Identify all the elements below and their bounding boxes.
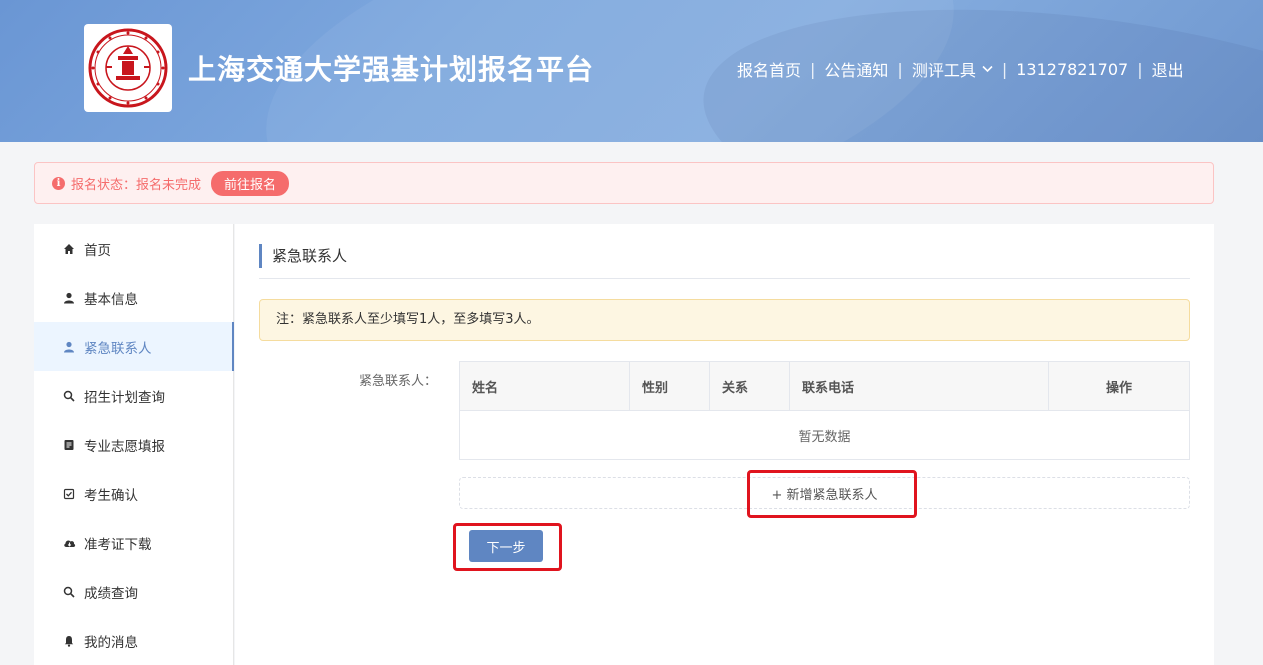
sidebar-item-home[interactable]: 首页 [34, 224, 233, 273]
registration-status-text: 报名状态：报名未完成 [71, 177, 202, 193]
sidebar-item-label: 我的消息 [84, 634, 138, 651]
nav-announcements-link[interactable]: 公告通知 [824, 57, 888, 81]
column-header-relation: 关系 [710, 362, 790, 410]
document-icon [62, 438, 76, 452]
sidebar-item-score-query[interactable]: 成绩查询 [34, 567, 233, 616]
sidebar-item-emergency-contact[interactable]: 紧急联系人 [34, 322, 234, 371]
main-content: 紧急联系人 注：紧急联系人至少填写1人，至多填写3人。 紧急联系人： 姓名 性别… [235, 224, 1214, 665]
column-header-phone: 联系电话 [790, 362, 1049, 410]
info-icon: i [52, 176, 65, 190]
next-step-button[interactable]: 下一步 [469, 530, 543, 562]
sidebar-item-my-messages[interactable]: 我的消息 [34, 616, 233, 665]
sidebar-item-label: 招生计划查询 [84, 389, 165, 406]
sidebar-item-basic-info[interactable]: 基本信息 [34, 273, 233, 322]
sidebar-item-label: 基本信息 [84, 291, 138, 308]
nav-separator: | [810, 59, 816, 79]
registration-status-alert: i 报名状态：报名未完成 前往报名 [34, 162, 1214, 204]
go-register-button[interactable]: 前往报名 [211, 170, 290, 196]
sidebar-item-label: 首页 [84, 242, 111, 259]
home-icon [62, 242, 76, 256]
cloud-download-icon [62, 536, 76, 550]
sidebar-item-major-preference[interactable]: 专业志愿填报 [34, 420, 233, 469]
column-header-actions: 操作 [1105, 380, 1132, 396]
nav-assessment-tools-dropdown[interactable]: 测评工具 [912, 57, 993, 81]
table-header: 姓名 性别 关系 联系电话 操作 [460, 362, 1189, 411]
sidebar-item-label: 考生确认 [84, 487, 138, 504]
contact-limit-note: 注：紧急联系人至少填写1人，至多填写3人。 [259, 299, 1190, 341]
sidebar-item-label: 成绩查询 [84, 585, 138, 602]
search-icon [62, 389, 76, 403]
sidebar-menu: 首页 基本信息 紧急联系人 招生计划查询 专业志愿填报 考生确认 准考证下载 成… [34, 224, 234, 665]
column-header-gender: 性别 [630, 362, 710, 410]
sidebar-item-admission-ticket-download[interactable]: 准考证下载 [34, 518, 233, 567]
user-icon [62, 340, 76, 354]
nav-separator: | [1137, 59, 1143, 79]
header-banner: 上海交通大学强基计划报名平台 报名首页 | 公告通知 | 测评工具 | 1312… [0, 0, 1263, 142]
sidebar-item-admission-plan-query[interactable]: 招生计划查询 [34, 371, 233, 420]
section-divider [259, 278, 1190, 279]
nav-assessment-tools-label: 测评工具 [911, 61, 976, 80]
nav-separator: | [897, 59, 903, 79]
user-icon [62, 291, 76, 305]
sjtu-seal-logo [88, 28, 168, 108]
sidebar-item-label: 准考证下载 [84, 536, 152, 553]
search-icon [62, 585, 76, 599]
emergency-contact-field-label: 紧急联系人： [359, 374, 438, 389]
table-empty-text: 暂无数据 [798, 429, 851, 445]
nav-logout-link[interactable]: 退出 [1152, 57, 1184, 81]
nav-home-link[interactable]: 报名首页 [737, 57, 801, 81]
column-header-name: 姓名 [460, 362, 630, 410]
sidebar-item-label: 紧急联系人 [84, 340, 152, 357]
add-emergency-contact-button[interactable]: + 新增紧急联系人 [459, 477, 1190, 509]
sidebar-item-label: 专业志愿填报 [84, 438, 165, 455]
section-title: 紧急联系人 [259, 244, 347, 268]
chevron-down-icon [982, 65, 993, 73]
nav-user-phone-link[interactable]: 13127821707 [1016, 60, 1128, 79]
top-navigation: 报名首页 | 公告通知 | 测评工具 | 13127821707 | 退出 [737, 57, 1184, 81]
site-title: 上海交通大学强基计划报名平台 [188, 53, 595, 86]
sidebar-item-candidate-confirm[interactable]: 考生确认 [34, 469, 233, 518]
bell-icon [62, 634, 76, 648]
check-square-icon [62, 487, 76, 501]
university-logo[interactable] [84, 24, 172, 112]
emergency-contact-table: 姓名 性别 关系 联系电话 操作 暂无数据 [459, 361, 1190, 460]
nav-separator: | [1001, 59, 1008, 79]
